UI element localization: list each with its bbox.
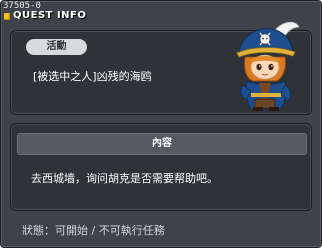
quest-status: 狀態：可開始 / 不可執行任務 [22,224,165,237]
quest-info-window: 37505-0 QUEST INFO 活動 [被选中之人]凶残的海鸥 內容 去西… [0,0,322,248]
pirate-captain-npc-portrait [236,21,300,111]
quest-description: 去西城墙，询问胡克是否需要帮助吧。 [31,172,218,185]
quest-name: [被选中之人]凶残的海鸥 [33,70,152,83]
quest-category-badge: 活動 [26,39,87,55]
quest-title-icon [4,13,10,20]
content-header: 內容 [17,133,307,155]
window-title: QUEST INFO [13,10,87,21]
quest-content-panel: 內容 去西城墙，询问胡克是否需要帮助吧。 [10,123,312,211]
